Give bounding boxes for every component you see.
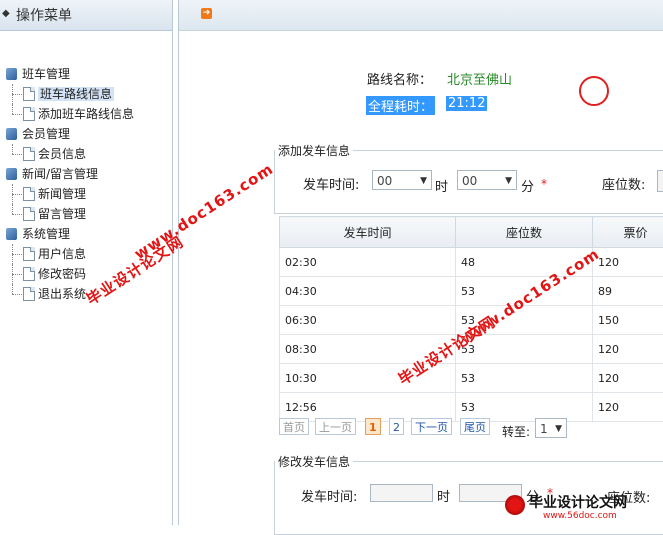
add-departure-legend: 添加发车信息 [275, 142, 353, 159]
hour-unit: 时 [435, 176, 448, 195]
menu-item-news[interactable]: 新闻管理 [0, 184, 170, 204]
col-header-time: 发车时间 [280, 217, 456, 248]
edit-hour-unit: 时 [437, 486, 450, 505]
add-minute-select[interactable]: 00▼ [457, 170, 517, 190]
duration-label: 全程耗时： [366, 96, 435, 115]
logo-title: 毕业设计论文网 [529, 492, 627, 512]
page-2-button[interactable]: 2 [389, 418, 404, 435]
menu-item-messages[interactable]: 留言管理 [0, 204, 170, 224]
menu-item-member-info[interactable]: 会员信息 [0, 144, 170, 164]
table-row[interactable]: 10:3053120 [280, 364, 663, 393]
departure-table: 发车时间 座位数 票价 02:3048120 04:305389 06:3053… [279, 216, 663, 422]
document-icon [23, 207, 35, 221]
table-header-row: 发车时间 座位数 票价 [280, 217, 663, 248]
red-circle-annotation [579, 76, 609, 106]
prev-page-button[interactable]: 上一页 [315, 418, 356, 435]
required-mark: * [541, 177, 547, 191]
jump-label: 转至: [502, 423, 530, 440]
menu-group-bus[interactable]: 班车管理 [0, 64, 170, 84]
jump-page-select[interactable]: 1▼ [535, 418, 567, 438]
document-icon [23, 187, 35, 201]
document-icon [23, 247, 35, 261]
folder-icon [6, 168, 17, 180]
last-page-button[interactable]: 尾页 [460, 418, 490, 435]
table-row[interactable]: 04:305389 [280, 277, 663, 306]
col-header-seats: 座位数 [456, 217, 593, 248]
route-name-label: 路线名称： [367, 69, 432, 88]
route-name-value: 北京至佛山 [447, 69, 512, 88]
collapse-arrow-icon[interactable]: ◆ [2, 8, 10, 19]
document-icon [23, 147, 35, 161]
logo-badge-icon [505, 495, 525, 515]
folder-icon [6, 228, 17, 240]
edit-time-label: 发车时间: [301, 486, 357, 505]
folder-icon [6, 68, 17, 80]
main-header: ➜ [179, 0, 663, 31]
menu-group-member[interactable]: 会员管理 [0, 124, 170, 144]
add-seats-input[interactable] [657, 170, 663, 192]
document-icon [23, 267, 35, 281]
site-logo: 毕业设计论文网 www.56doc.com [505, 492, 663, 525]
add-hour-select[interactable]: 00▼ [372, 170, 432, 190]
document-icon [23, 87, 35, 101]
document-icon [23, 287, 35, 301]
page-1-button[interactable]: 1 [365, 418, 381, 435]
menu-item-add-route[interactable]: 添加班车路线信息 [0, 104, 170, 124]
document-icon [23, 107, 35, 121]
chevron-down-icon: ▼ [555, 419, 562, 439]
edit-hour-input[interactable] [370, 484, 433, 502]
sidebar-header: ◆ 操作菜单 [0, 0, 172, 31]
menu-item-route-info[interactable]: 班车路线信息 [0, 84, 170, 104]
sidebar-title: 操作菜单 [16, 5, 72, 25]
folder-icon [6, 128, 17, 140]
add-time-label: 发车时间: [303, 174, 359, 193]
table-row[interactable]: 02:3048120 [280, 248, 663, 277]
logo-url: www.56doc.com [543, 511, 617, 521]
chevron-down-icon: ▼ [420, 171, 427, 191]
col-header-price: 票价 [593, 217, 663, 248]
edit-departure-legend: 修改发车信息 [275, 453, 353, 470]
navigation-arrow-icon[interactable]: ➜ [201, 8, 212, 19]
chevron-down-icon: ▼ [505, 171, 512, 191]
minute-unit: 分 [521, 176, 534, 195]
first-page-button[interactable]: 首页 [279, 418, 309, 435]
duration-value: 21:12 [446, 96, 487, 111]
next-page-button[interactable]: 下一页 [411, 418, 452, 435]
add-seats-label: 座位数: [602, 174, 645, 193]
menu-group-news[interactable]: 新闻/留言管理 [0, 164, 170, 184]
